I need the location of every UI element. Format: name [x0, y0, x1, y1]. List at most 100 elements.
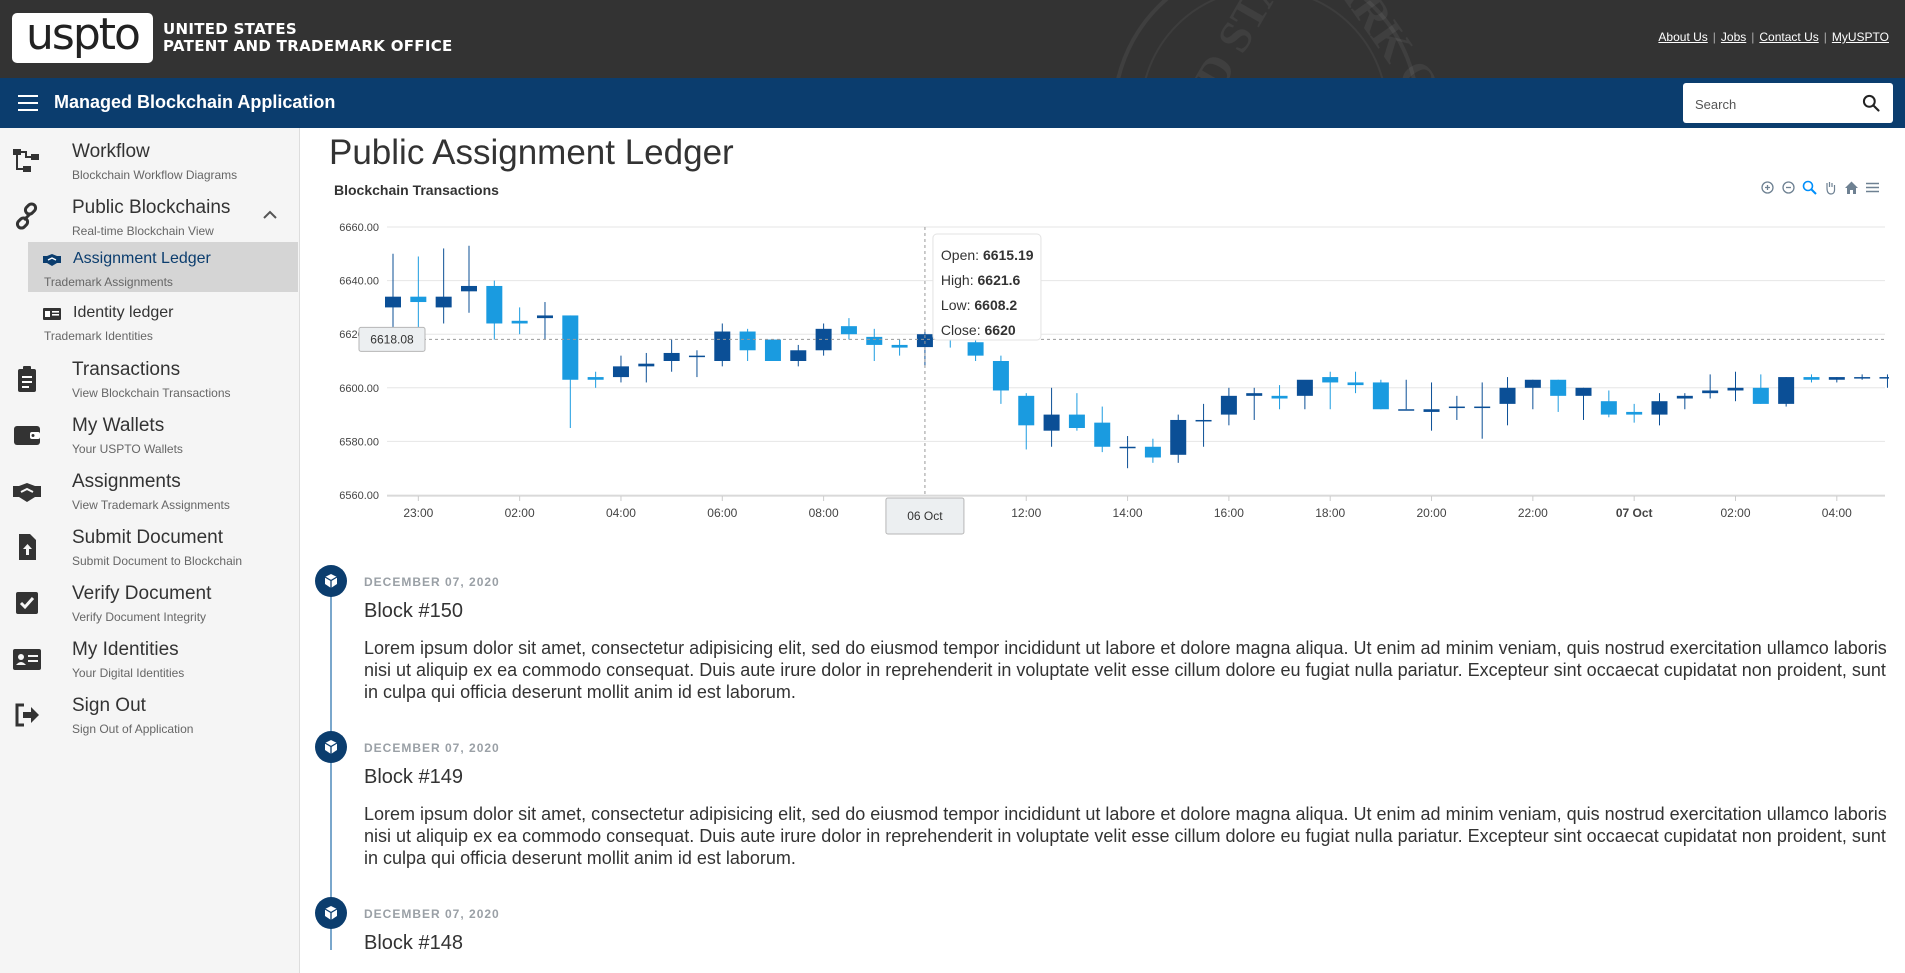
myuspto-link[interactable]: MyUSPTO — [1832, 30, 1889, 44]
candle-body[interactable] — [1727, 387, 1744, 391]
candle-body[interactable] — [410, 296, 427, 303]
zoom-out-icon[interactable] — [1781, 180, 1796, 195]
timeline-entry: DECEMBER 07, 2020 Block #148 — [315, 897, 1895, 967]
candle-body[interactable] — [1778, 377, 1795, 404]
candle-body[interactable] — [1271, 395, 1288, 399]
sidebar-item-workflow[interactable]: Workflow Blockchain Workflow Diagrams — [0, 134, 299, 186]
sidebar-item-sublabel: Sign Out of Application — [72, 722, 194, 736]
candle-body[interactable] — [815, 328, 832, 351]
sidebar-subitem-assignment-ledger[interactable]: Assignment Ledger Trademark Assignments — [28, 242, 298, 292]
candle-body[interactable] — [1170, 419, 1187, 455]
candle-body[interactable] — [1068, 414, 1085, 428]
sidebar-item-sublabel: Verify Document Integrity — [72, 610, 207, 624]
sidebar-item-transactions[interactable]: Transactions View Blockchain Transaction… — [0, 352, 299, 404]
hamburger-menu-icon[interactable] — [18, 95, 38, 111]
candle-body[interactable] — [1296, 379, 1313, 396]
sidebar-item-verify-document[interactable]: Verify Document Verify Document Integrit… — [0, 576, 299, 628]
candle-body[interactable] — [1423, 409, 1440, 412]
timeline-date: DECEMBER 07, 2020 — [364, 741, 500, 755]
menu-icon[interactable] — [1865, 180, 1880, 195]
candle-body[interactable] — [1372, 382, 1389, 410]
candle-body[interactable] — [1651, 401, 1668, 415]
timeline-title: Block #148 — [364, 932, 463, 954]
candle-body[interactable] — [790, 350, 807, 361]
candle-body[interactable] — [1702, 390, 1719, 394]
candle-body[interactable] — [536, 315, 553, 319]
candle-body[interactable] — [1398, 409, 1415, 411]
y-tick-label: 6640.00 — [339, 276, 379, 288]
jobs-link[interactable]: Jobs — [1721, 30, 1746, 44]
sidebar-subitem-sublabel: Trademark Assignments — [44, 275, 173, 289]
candle-body[interactable] — [511, 320, 528, 324]
timeline-date: DECEMBER 07, 2020 — [364, 907, 500, 921]
tooltip-value: 6608.2 — [974, 297, 1017, 313]
x-tick-label: 22:00 — [1518, 506, 1548, 520]
sidebar-item-my-identities[interactable]: My Identities Your Digital Identities — [0, 632, 299, 684]
search-icon[interactable] — [1861, 93, 1881, 113]
candle-body[interactable] — [1043, 414, 1060, 431]
sidebar-item-submit-document[interactable]: Submit Document Submit Document to Block… — [0, 520, 299, 572]
search-input[interactable] — [1693, 93, 1847, 115]
candle-body[interactable] — [385, 296, 401, 308]
candle-body[interactable] — [714, 331, 731, 361]
candle-body[interactable] — [1094, 422, 1111, 447]
candle-body[interactable] — [1322, 377, 1339, 383]
candle-body[interactable] — [866, 336, 883, 345]
candle-body[interactable] — [1600, 401, 1617, 415]
uspto-logo[interactable]: uspto — [12, 13, 153, 63]
candle-body[interactable] — [638, 363, 655, 367]
candle-body[interactable] — [739, 331, 756, 351]
candle-body[interactable] — [460, 285, 477, 292]
candle-body[interactable] — [1803, 377, 1820, 380]
candle-body[interactable] — [435, 296, 452, 308]
candle-body[interactable] — [1474, 406, 1491, 409]
candle-body[interactable] — [1144, 446, 1161, 458]
candle-body[interactable] — [1119, 446, 1136, 449]
selection-zoom-icon[interactable] — [1802, 180, 1817, 195]
sidebar-item-label: My Wallets — [72, 415, 165, 436]
candle-body[interactable] — [587, 377, 604, 380]
candle-body[interactable] — [1854, 377, 1871, 379]
candle-body[interactable] — [1550, 379, 1567, 396]
candle-body[interactable] — [1448, 406, 1465, 409]
candlestick-chart[interactable]: 6560.006580.006600.006620.006640.006660.… — [329, 212, 1889, 542]
contact-us-link[interactable]: Contact Us — [1759, 30, 1818, 44]
about-us-link[interactable]: About Us — [1658, 30, 1707, 44]
zoom-in-icon[interactable] — [1760, 180, 1775, 195]
candle-body[interactable] — [1246, 393, 1263, 396]
candle-body[interactable] — [1575, 387, 1592, 396]
candle-body[interactable] — [1220, 395, 1237, 415]
candle-body[interactable] — [1524, 379, 1541, 388]
reset-home-icon[interactable] — [1844, 180, 1859, 195]
y-tick-label: 6660.00 — [339, 222, 379, 234]
candle-body[interactable] — [1879, 377, 1889, 379]
candle-body[interactable] — [992, 361, 1009, 391]
candle-body[interactable] — [1195, 419, 1212, 422]
sidebar-item-my-wallets[interactable]: My Wallets Your USPTO Wallets — [0, 408, 299, 460]
sidebar-item-assignments[interactable]: Assignments View Trademark Assignments — [0, 464, 299, 516]
pan-icon[interactable] — [1823, 180, 1838, 195]
candle-body[interactable] — [562, 315, 579, 380]
sidebar-item-public-blockchains[interactable]: Public Blockchains Real-time Blockchain … — [0, 190, 299, 242]
candle-body[interactable] — [1752, 387, 1769, 404]
candle-body[interactable] — [1676, 395, 1693, 399]
candle-body[interactable] — [891, 344, 908, 348]
candle-body[interactable] — [764, 339, 781, 361]
sidebar-item-sign-out[interactable]: Sign Out Sign Out of Application — [0, 688, 299, 740]
sidebar-subitem-label: Identity ledger — [73, 304, 174, 321]
x-tick-label: 02:00 — [1720, 506, 1750, 520]
candle-body[interactable] — [688, 355, 705, 358]
candle-body[interactable] — [663, 352, 680, 361]
candle-body[interactable] — [1018, 395, 1035, 426]
candle-body[interactable] — [1347, 382, 1364, 386]
candle-body[interactable] — [1828, 377, 1845, 380]
candle-body[interactable] — [612, 366, 629, 378]
candle-body[interactable] — [967, 342, 984, 356]
chevron-up-icon[interactable] — [263, 210, 277, 220]
candle-body[interactable] — [840, 326, 857, 335]
x-tick-label: 07 Oct — [1616, 506, 1653, 520]
candle-body[interactable] — [1626, 411, 1643, 415]
sidebar-subitem-identity-ledger[interactable]: Identity ledger Trademark Identities — [28, 296, 298, 346]
candle-body[interactable] — [1499, 387, 1516, 404]
candle-body[interactable] — [486, 285, 503, 324]
